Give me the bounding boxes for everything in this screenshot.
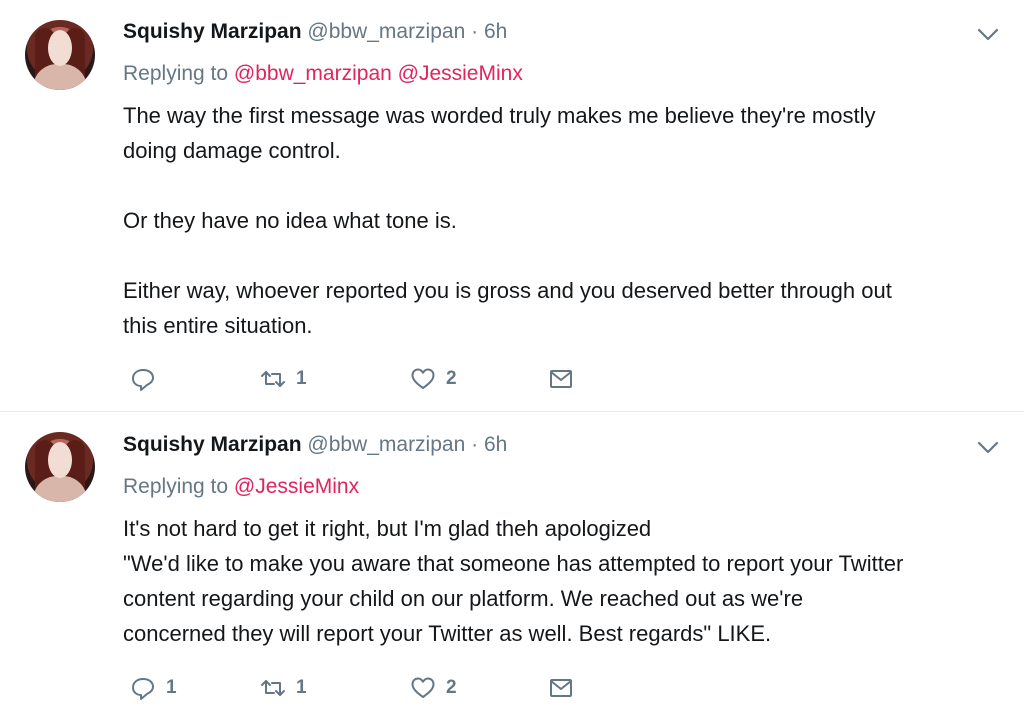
replying-to-label: Replying to <box>123 475 229 498</box>
author-name[interactable]: Squishy Marzipan <box>123 20 302 43</box>
tweet-text-line: doing damage control. <box>123 138 341 163</box>
tweet-text-line: The way the first message was worded tru… <box>123 103 876 128</box>
author-name[interactable]: Squishy Marzipan <box>123 433 302 456</box>
tweet-text-line: Or they have no idea what tone is. <box>123 208 457 233</box>
heart-icon <box>411 677 435 698</box>
tweet-text-line: It's not hard to get it right, but I'm g… <box>123 516 652 541</box>
action-bar: 1 2 <box>123 366 583 396</box>
dm-button[interactable] <box>548 366 574 392</box>
reply-count: 1 <box>166 677 177 698</box>
chevron-down-icon[interactable] <box>977 440 999 456</box>
author-handle[interactable]: @bbw_marzipan <box>307 20 465 43</box>
tweet-header: Squishy Marzipan @bbw_marzipan · 6h <box>123 433 507 457</box>
heart-icon <box>411 368 435 389</box>
tweet-text-line: Either way, whoever reported you is gros… <box>123 278 892 303</box>
tweet[interactable]: Squishy Marzipan @bbw_marzipan · 6h Repl… <box>0 0 1024 411</box>
like-count: 2 <box>446 677 457 698</box>
mention-link[interactable]: @JessieMinx <box>234 475 359 498</box>
retweet-count: 1 <box>296 677 307 698</box>
separator-dot: · <box>471 433 479 456</box>
tweet-text: It's not hard to get it right, but I'm g… <box>123 511 903 651</box>
reply-button[interactable] <box>130 366 166 392</box>
replying-to: Replying to @bbw_marzipan @JessieMinx <box>123 62 523 86</box>
tweet-text-line: "We'd like to make you aware that someon… <box>123 551 904 576</box>
tweet-text-line: this entire situation. <box>123 313 313 338</box>
envelope-icon <box>550 679 572 697</box>
retweet-button[interactable]: 1 <box>260 366 307 392</box>
action-bar: 1 1 2 <box>123 675 583 705</box>
separator-dot: · <box>471 20 479 43</box>
tweet-header: Squishy Marzipan @bbw_marzipan · 6h <box>123 20 507 44</box>
retweet-count: 1 <box>296 368 307 389</box>
timestamp[interactable]: 6h <box>484 20 507 43</box>
envelope-icon <box>550 370 572 388</box>
replying-to: Replying to @JessieMinx <box>123 475 359 499</box>
avatar[interactable] <box>25 20 95 90</box>
mention-link[interactable]: @JessieMinx <box>398 62 523 85</box>
mention-link[interactable]: @bbw_marzipan <box>234 62 392 85</box>
dm-button[interactable] <box>548 675 574 701</box>
retweet-icon <box>261 680 285 696</box>
tweet-text-line: concerned they will report your Twitter … <box>123 621 772 646</box>
like-button[interactable]: 2 <box>410 675 457 701</box>
retweet-icon <box>261 371 285 387</box>
author-handle[interactable]: @bbw_marzipan <box>307 433 465 456</box>
timestamp[interactable]: 6h <box>484 433 507 456</box>
avatar[interactable] <box>25 432 95 502</box>
replying-to-label: Replying to <box>123 62 229 85</box>
like-count: 2 <box>446 368 457 389</box>
chevron-down-icon[interactable] <box>977 27 999 43</box>
tweet-text: The way the first message was worded tru… <box>123 98 892 343</box>
reply-icon <box>132 369 154 391</box>
tweet-text-line: content regarding your child on our plat… <box>123 586 804 611</box>
reply-button[interactable]: 1 <box>130 675 177 701</box>
reply-icon <box>132 678 154 700</box>
retweet-button[interactable]: 1 <box>260 675 307 701</box>
like-button[interactable]: 2 <box>410 366 457 392</box>
tweet[interactable]: Squishy Marzipan @bbw_marzipan · 6h Repl… <box>0 412 1024 723</box>
